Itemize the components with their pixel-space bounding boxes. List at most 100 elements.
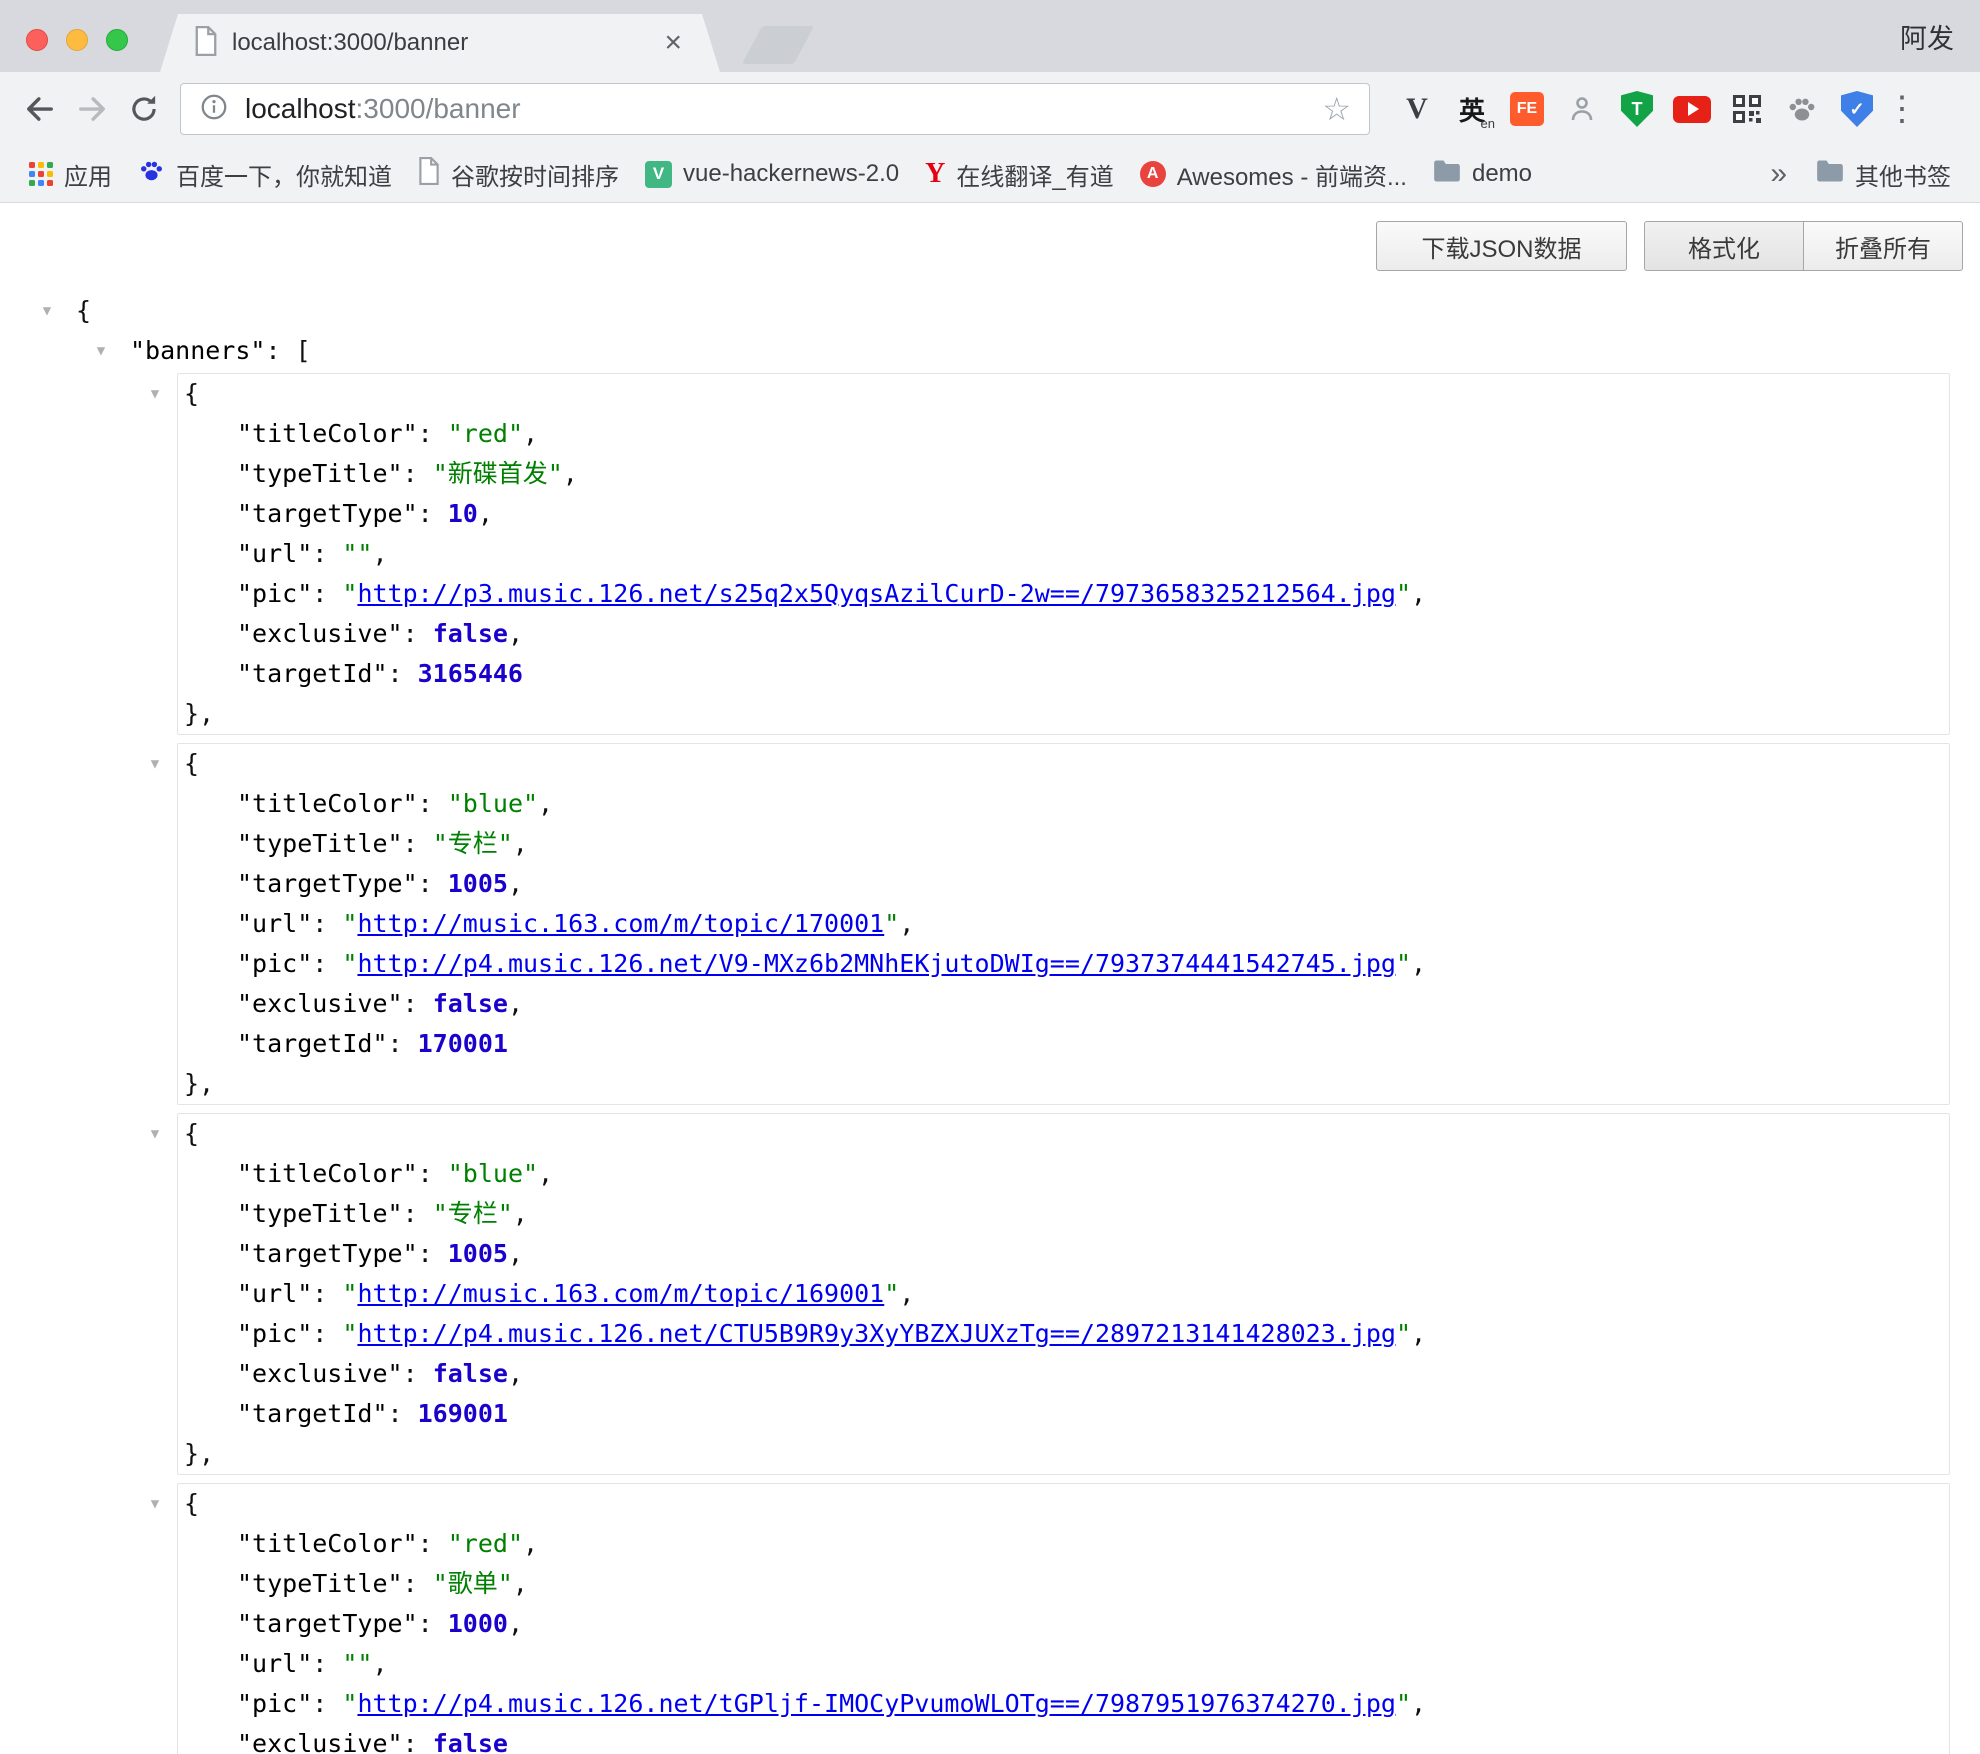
bookmark-label: 百度一下，你就知道 (176, 157, 392, 192)
json-line: "titleColor": "blue", (178, 1154, 1949, 1194)
json-number: 1000 (448, 1609, 508, 1638)
shield-check-extension-icon[interactable]: ✓ (1832, 83, 1882, 135)
json-line: "pic": "http://p4.music.126.net/V9-MXz6b… (178, 944, 1949, 984)
paw-extension-icon[interactable] (1777, 83, 1827, 135)
collapse-triangle-icon[interactable]: ▼ (140, 744, 170, 784)
json-number: 1005 (448, 1239, 508, 1268)
bookmark-star-icon[interactable]: ☆ (1322, 90, 1351, 128)
json-line: "url": "", (178, 1644, 1949, 1684)
json-key: "typeTitle" (237, 459, 403, 488)
banner-object: ▼{"titleColor": "blue","typeTitle": "专栏"… (177, 743, 1950, 1105)
translate-extension-icon[interactable]: 英en (1447, 83, 1497, 135)
folder-icon (1433, 159, 1461, 190)
browser-menu-icon[interactable]: ⋮ (1882, 89, 1922, 129)
url-text: localhost:3000/banner (245, 93, 521, 125)
json-key: "banners" (130, 336, 265, 365)
collapse-triangle-icon[interactable]: ▼ (140, 374, 170, 414)
json-key: "typeTitle" (237, 1569, 403, 1598)
collapse-triangle-icon[interactable]: ▼ (140, 1484, 170, 1524)
people-extension-icon[interactable] (1557, 83, 1607, 135)
json-line: "exclusive": false, (178, 614, 1949, 654)
json-key: "typeTitle" (237, 1199, 403, 1228)
vimium-extension-icon[interactable]: V (1392, 83, 1442, 135)
json-string: "red" (448, 419, 523, 448)
bookmark-demo-folder[interactable]: demo (1420, 154, 1545, 195)
collapse-all-button[interactable]: 折叠所有 (1803, 221, 1963, 271)
back-button[interactable] (14, 83, 66, 135)
bookmark-label: demo (1472, 160, 1532, 188)
json-line: ▼{ (0, 291, 1980, 331)
json-key: "pic" (237, 949, 312, 978)
json-key: "titleColor" (237, 419, 418, 448)
window-close-button[interactable] (26, 29, 48, 51)
json-string: "" (342, 1649, 372, 1678)
json-url-link[interactable]: http://p3.music.126.net/s25q2x5QyqsAzilC… (357, 579, 1396, 608)
youdao-icon: Y (925, 160, 945, 188)
json-line: "targetType": 1005, (178, 1234, 1949, 1274)
json-key: "url" (237, 1649, 312, 1678)
json-key: "titleColor" (237, 1529, 418, 1558)
fe-extension-icon[interactable]: FE (1502, 83, 1552, 135)
forward-button[interactable] (66, 83, 118, 135)
folder-icon (1816, 159, 1844, 190)
json-key: "url" (237, 539, 312, 568)
json-key: "targetId" (237, 1029, 388, 1058)
page-info-icon[interactable] (199, 92, 229, 127)
reload-icon (127, 92, 161, 126)
youtube-extension-icon[interactable] (1667, 83, 1717, 135)
bookmark-youdao-translate[interactable]: Y 在线翻译_有道 (912, 152, 1127, 197)
json-key: "exclusive" (237, 1729, 403, 1754)
window-minimize-button[interactable] (66, 29, 88, 51)
json-line: "exclusive": false, (178, 984, 1949, 1024)
json-number: 170001 (418, 1029, 508, 1058)
bookmarks-overflow-chevron[interactable]: » (1754, 157, 1803, 191)
browser-tab[interactable]: localhost:3000/banner × (160, 14, 720, 72)
json-line: "exclusive": false, (178, 1354, 1949, 1394)
bookmark-vue-hackernews[interactable]: V vue-hackernews-2.0 (632, 155, 912, 193)
address-bar[interactable]: localhost:3000/banner ☆ (180, 83, 1370, 135)
tab-close-icon[interactable]: × (660, 28, 686, 58)
format-button[interactable]: 格式化 (1644, 221, 1804, 271)
collapse-triangle-icon[interactable]: ▼ (140, 1114, 170, 1154)
json-number: 3165446 (418, 659, 523, 688)
new-tab-button[interactable] (742, 26, 814, 64)
play-icon (1688, 102, 1699, 116)
bookmark-awesomes[interactable]: A Awesomes - 前端资... (1127, 152, 1420, 197)
browser-toolbar: localhost:3000/banner ☆ V 英en FE T ✓ ⋮ (0, 72, 1980, 146)
json-url-link[interactable]: http://music.163.com/m/topic/169001 (357, 1279, 884, 1308)
tab-title: localhost:3000/banner (232, 29, 660, 57)
bookmark-label: 在线翻译_有道 (956, 157, 1113, 192)
json-line: "targetId": 169001 (178, 1394, 1949, 1434)
bookmark-apps[interactable]: 应用 (16, 152, 125, 197)
shield-t-extension-icon[interactable]: T (1612, 83, 1662, 135)
json-key: "targetId" (237, 659, 388, 688)
json-string: "blue" (448, 789, 538, 818)
json-line: "url": "", (178, 534, 1949, 574)
json-viewer-actions: 下载JSON数据 格式化 折叠所有 (1376, 221, 1963, 271)
other-bookmarks[interactable]: 其他书签 (1803, 152, 1964, 197)
collapse-triangle-icon[interactable]: ▼ (32, 291, 62, 331)
qr-code-extension-icon[interactable] (1722, 83, 1772, 135)
json-number: 1005 (448, 869, 508, 898)
bookmark-google-sort[interactable]: 谷歌按时间排序 (405, 152, 632, 197)
reload-button[interactable] (118, 83, 170, 135)
json-line: "url": "http://music.163.com/m/topic/170… (178, 904, 1949, 944)
json-url-link[interactable]: http://p4.music.126.net/V9-MXz6b2MNhEKju… (357, 949, 1396, 978)
json-boolean: false (433, 619, 508, 648)
profile-name[interactable]: 阿发 (1900, 0, 1954, 72)
window-titlebar: localhost:3000/banner × 阿发 (0, 0, 1980, 72)
json-line: ▼{ (178, 1114, 1949, 1154)
json-url-link[interactable]: http://p4.music.126.net/CTU5B9R9y3XyYBZX… (357, 1319, 1396, 1348)
json-line: "url": "http://music.163.com/m/topic/169… (178, 1274, 1949, 1314)
json-key: "exclusive" (237, 619, 403, 648)
json-line: "targetType": 1005, (178, 864, 1949, 904)
json-url-link[interactable]: http://p4.music.126.net/tGPljf-IMOCyPvum… (357, 1689, 1396, 1718)
bookmark-baidu[interactable]: 百度一下，你就知道 (125, 152, 405, 197)
collapse-triangle-icon[interactable]: ▼ (86, 331, 116, 371)
window-zoom-button[interactable] (106, 29, 128, 51)
json-url-link[interactable]: http://music.163.com/m/topic/170001 (357, 909, 884, 938)
json-key: "typeTitle" (237, 829, 403, 858)
json-line: "targetId": 170001 (178, 1024, 1949, 1064)
download-json-button[interactable]: 下载JSON数据 (1376, 221, 1627, 271)
json-line: "typeTitle": "专栏", (178, 824, 1949, 864)
